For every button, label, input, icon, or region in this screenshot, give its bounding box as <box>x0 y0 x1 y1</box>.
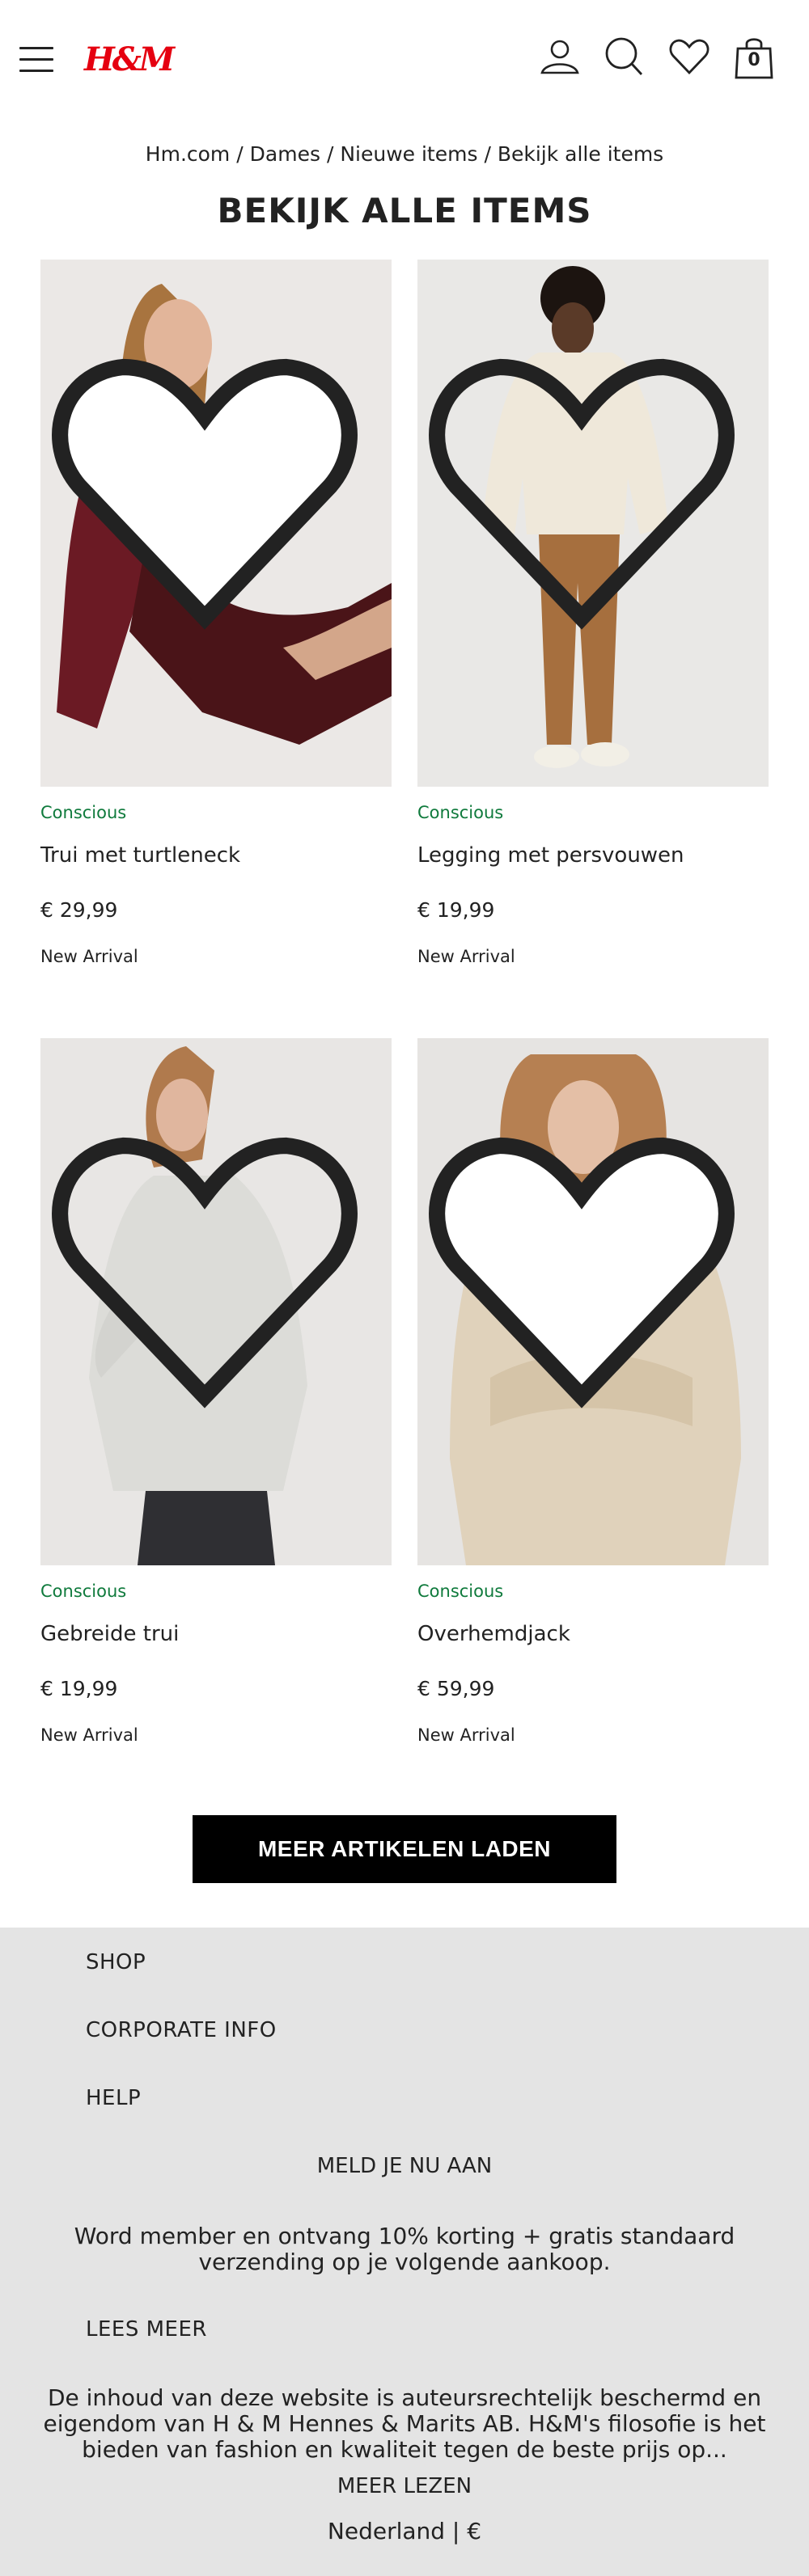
breadcrumb: Hm.com / Dames / Nieuwe items / Bekijk a… <box>0 142 809 166</box>
conscious-tag: Conscious <box>40 1581 127 1601</box>
hm-logo[interactable]: H&M <box>84 40 175 78</box>
site-header: H&M 0 <box>0 0 809 121</box>
new-arrival-badge: New Arrival <box>417 1725 515 1745</box>
favorite-icon[interactable] <box>40 1038 380 1535</box>
new-arrival-badge: New Arrival <box>40 947 138 966</box>
product-name[interactable]: Trui met turtleneck <box>40 843 240 868</box>
favorite-icon[interactable] <box>40 260 380 756</box>
product-price: € 19,99 <box>40 1677 118 1700</box>
product-image[interactable] <box>40 260 392 787</box>
favorite-icon[interactable] <box>417 1038 757 1535</box>
product-image[interactable] <box>40 1038 392 1565</box>
product-price: € 19,99 <box>417 898 495 922</box>
breadcrumb-separator: / <box>236 142 244 166</box>
product-card[interactable]: Conscious Legging met persvouwen € 19,99… <box>417 260 769 987</box>
conscious-tag: Conscious <box>417 803 504 822</box>
conscious-tag: Conscious <box>40 803 127 822</box>
product-image[interactable] <box>417 260 769 787</box>
product-card[interactable]: Conscious Trui met turtleneck € 29,99 Ne… <box>40 260 392 987</box>
product-name[interactable]: Legging met persvouwen <box>417 843 684 868</box>
copyright-text: De inhoud van deze website is auteursrec… <box>43 2384 766 2463</box>
breadcrumb-dames[interactable]: Dames <box>250 142 320 166</box>
new-arrival-badge: New Arrival <box>40 1725 138 1745</box>
footer-link-corporate-info[interactable]: CORPORATE INFO <box>86 2018 277 2042</box>
breadcrumb-separator: / <box>484 142 491 166</box>
breadcrumb-separator: / <box>326 142 334 166</box>
heart-icon[interactable] <box>665 32 714 81</box>
footer-link-shop[interactable]: SHOP <box>86 1950 146 1974</box>
breadcrumb-home[interactable]: Hm.com <box>146 142 231 166</box>
signup-link[interactable]: MELD JE NU AAN <box>0 2154 809 2178</box>
locale-selector[interactable]: Nederland | € <box>0 2518 809 2544</box>
search-icon[interactable] <box>599 32 648 81</box>
read-more-link-2[interactable]: MEER LEZEN <box>0 2474 809 2498</box>
product-card[interactable]: Conscious Overhemdjack € 59,99 New Arriv… <box>417 1038 769 1766</box>
product-price: € 29,99 <box>40 898 118 922</box>
menu-icon[interactable] <box>19 47 53 73</box>
site-footer: SHOP CORPORATE INFO HELP MELD JE NU AAN … <box>0 1928 809 2576</box>
breadcrumb-nieuwe-items[interactable]: Nieuwe items <box>340 142 477 166</box>
account-icon[interactable] <box>536 32 584 81</box>
conscious-tag: Conscious <box>417 1581 504 1601</box>
product-name[interactable]: Gebreide trui <box>40 1622 179 1646</box>
product-name[interactable]: Overhemdjack <box>417 1622 570 1646</box>
page-title: BEKIJK ALLE ITEMS <box>217 191 592 230</box>
product-card[interactable]: Conscious Gebreide trui € 19,99 New Arri… <box>40 1038 392 1766</box>
cart-count: 0 <box>748 50 760 70</box>
product-price: € 59,99 <box>417 1677 495 1700</box>
member-text: Word member en ontvang 10% korting + gra… <box>74 2223 735 2275</box>
load-more-button[interactable]: MEER ARTIKELEN LADEN <box>193 1815 616 1883</box>
new-arrival-badge: New Arrival <box>417 947 515 966</box>
breadcrumb-current: Bekijk alle items <box>497 142 664 166</box>
read-more-link[interactable]: LEES MEER <box>86 2317 207 2342</box>
favorite-icon[interactable] <box>417 260 757 756</box>
footer-link-help[interactable]: HELP <box>86 2086 141 2110</box>
product-image[interactable] <box>417 1038 769 1565</box>
